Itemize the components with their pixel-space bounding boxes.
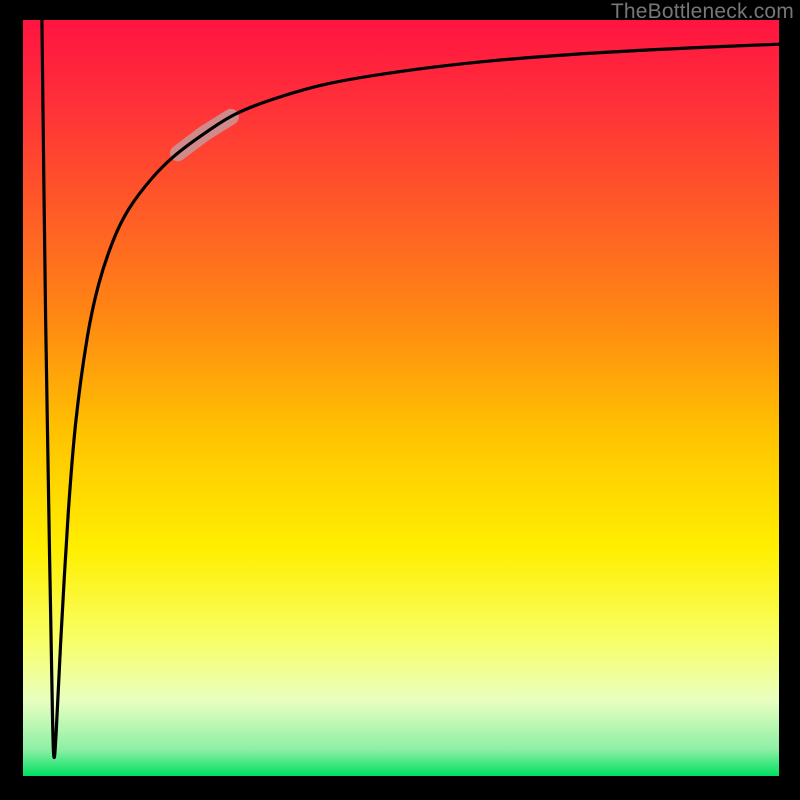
chart-root: TheBottleneck.com bbox=[0, 0, 800, 800]
bottleneck-curve bbox=[42, 20, 779, 758]
plot-area bbox=[23, 20, 779, 776]
watermark-text: TheBottleneck.com bbox=[611, 0, 794, 24]
curve-layer bbox=[23, 20, 779, 776]
